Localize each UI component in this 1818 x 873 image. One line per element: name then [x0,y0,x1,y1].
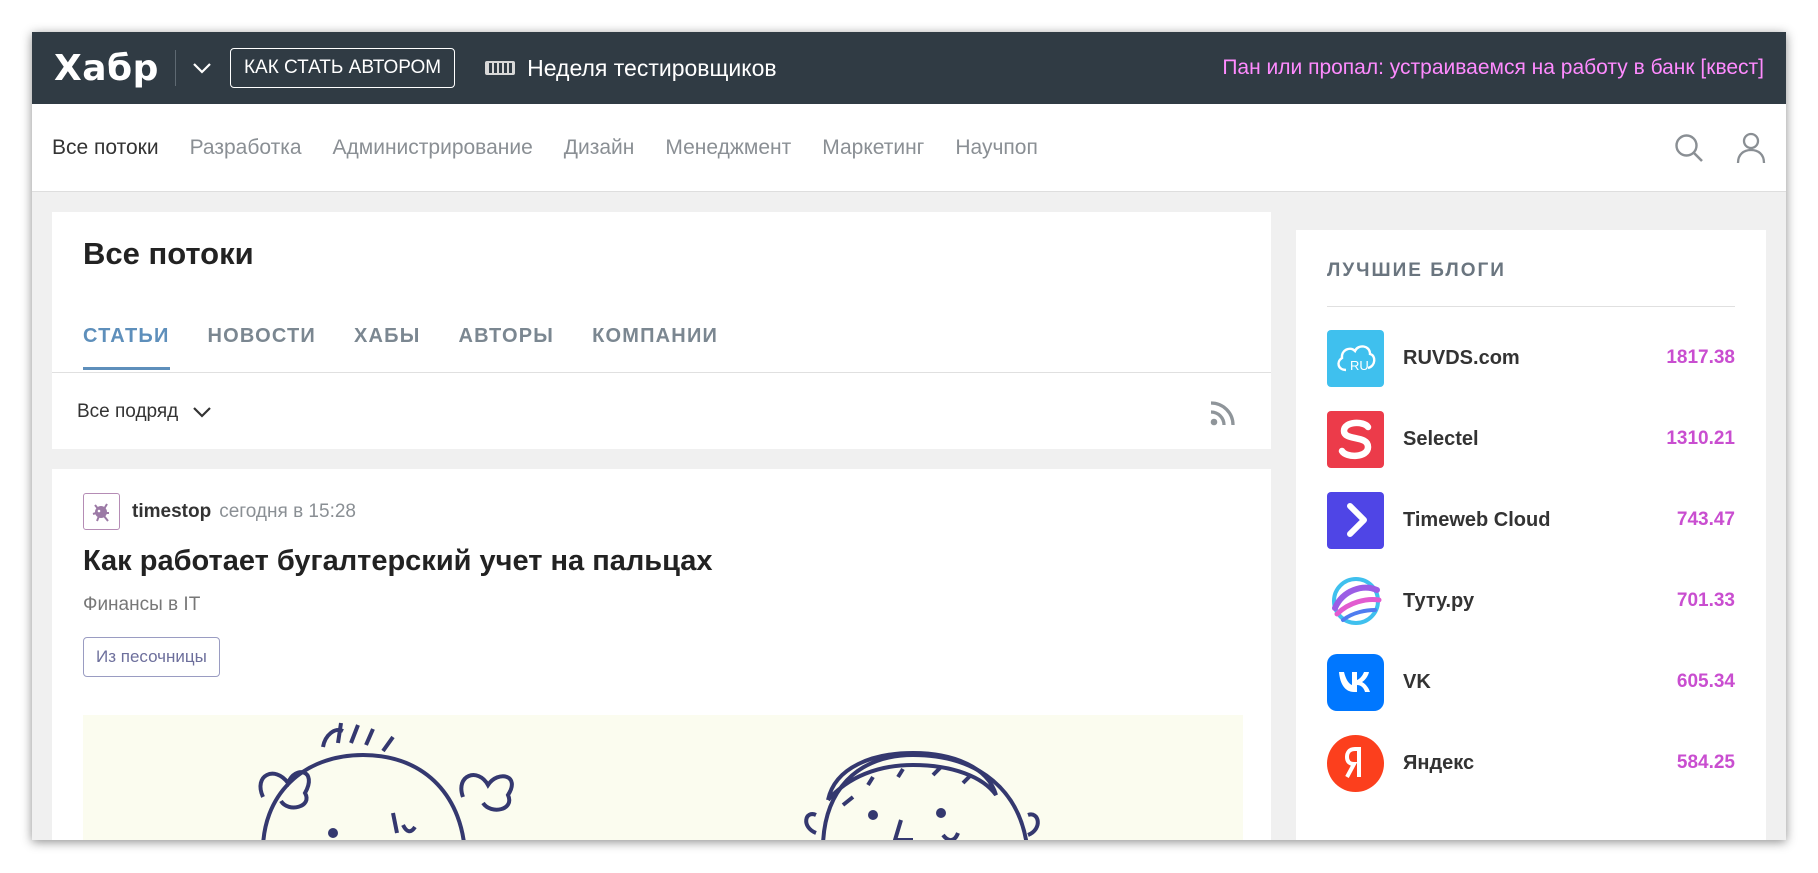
best-blogs-sidebar: ЛУЧШИЕ БЛОГИ RU RUVDS.com 1817.38 Select… [1296,230,1766,840]
chevron-down-icon [193,407,212,418]
quest-link[interactable]: Пан или пропал: устраиваемся на работу в… [1222,32,1764,104]
blog-name: Яндекс [1403,751,1475,774]
blog-item-ruvds[interactable]: RU RUVDS.com 1817.38 [1327,329,1735,387]
vk-logo-icon [1327,653,1384,711]
feed-tabs: СТАТЬИ НОВОСТИ ХАБЫ АВТОРЫ КОМПАНИИ [83,325,756,370]
keyboard-icon [485,61,516,75]
sidebar-divider [1327,306,1735,307]
blog-name: VK [1403,670,1431,693]
article-title[interactable]: Как работает бугалтерский учет на пальца… [83,545,713,578]
tab-companies[interactable]: КОМПАНИИ [592,325,718,370]
blog-item-timeweb[interactable]: Timeweb Cloud 743.47 [1327,491,1735,549]
globe-icon [1327,573,1384,630]
sandbox-badge[interactable]: Из песочницы [83,637,220,677]
article-hub[interactable]: Финансы в IT [83,594,200,616]
search-icon[interactable] [1674,133,1704,163]
blog-item-vk[interactable]: VK 605.34 [1327,653,1735,711]
blog-name: Timeweb Cloud [1403,508,1551,531]
blog-name: Туту.ру [1403,589,1475,612]
tab-news[interactable]: НОВОСТИ [208,325,316,370]
chevron-right-icon [1327,491,1384,549]
chevron-down-icon [193,63,211,74]
blog-rating: 1817.38 [1666,347,1735,368]
services-dropdown[interactable] [188,54,216,82]
blog-rating: 584.25 [1676,752,1735,773]
feed-header: Все потоки СТАТЬИ НОВОСТИ ХАБЫ АВТОРЫ КО… [52,212,1271,449]
browser-window: Хабр КАК СТАТЬ АВТОРОМ Неделя тестировщи… [32,32,1786,840]
tab-authors[interactable]: АВТОРЫ [459,325,555,370]
author-name[interactable]: timestop [132,501,211,523]
page-title: Все потоки [83,236,254,271]
blog-name: RUVDS.com [1403,346,1520,369]
article-card: timestop сегодня в 15:28 Как работает бу… [52,469,1271,840]
habr-logo[interactable]: Хабр [54,48,159,89]
selectel-logo-icon [1327,410,1384,468]
promo-link[interactable]: Неделя тестировщиков [485,54,777,82]
nav-item-all[interactable]: Все потоки [52,136,159,160]
top-bar: Хабр КАК СТАТЬ АВТОРОМ Неделя тестировщи… [32,32,1786,104]
user-icon[interactable] [1736,132,1766,164]
sidebar-title: ЛУЧШИЕ БЛОГИ [1327,260,1506,281]
nav-item-popsci[interactable]: Научпоп [955,136,1037,160]
avatar[interactable] [83,493,120,530]
yandex-logo-icon [1327,734,1384,792]
nav-item-management[interactable]: Менеджмент [665,136,791,160]
nav-item-marketing[interactable]: Маркетинг [822,136,924,160]
tab-articles[interactable]: СТАТЬИ [83,325,170,370]
blog-rating: 701.33 [1676,590,1735,611]
avatar-image [92,502,109,522]
nav-item-design[interactable]: Дизайн [564,136,635,160]
blog-rating: 1310.21 [1666,428,1735,449]
promo-label: Неделя тестировщиков [527,54,777,81]
tabs-divider [52,372,1271,373]
blog-rating: 743.47 [1676,509,1735,530]
main-nav: Все потоки Разработка Администрирование … [32,104,1786,192]
become-author-button[interactable]: КАК СТАТЬ АВТОРОМ [229,48,456,88]
nav-item-development[interactable]: Разработка [190,136,302,160]
rss-icon[interactable] [1209,399,1237,432]
filter-label: Все подряд [77,401,179,422]
svg-text:RU: RU [1350,358,1369,373]
blog-rating: 605.34 [1676,671,1735,692]
nav-item-administration[interactable]: Администрирование [333,136,533,160]
blog-item-yandex[interactable]: Яндекс 584.25 [1327,734,1735,792]
cloud-icon: RU [1327,329,1384,387]
filter-dropdown[interactable]: Все подряд [77,401,212,423]
tab-hubs[interactable]: ХАБЫ [354,325,421,370]
blog-item-tutu[interactable]: Туту.ру 701.33 [1327,573,1735,629]
post-time: сегодня в 15:28 [219,500,356,522]
article-image[interactable] [83,715,1243,840]
logo-divider [174,50,176,86]
article-meta: timestop сегодня в 15:28 [83,493,356,530]
blog-name: Selectel [1403,427,1479,450]
blog-item-selectel[interactable]: Selectel 1310.21 [1327,410,1735,468]
